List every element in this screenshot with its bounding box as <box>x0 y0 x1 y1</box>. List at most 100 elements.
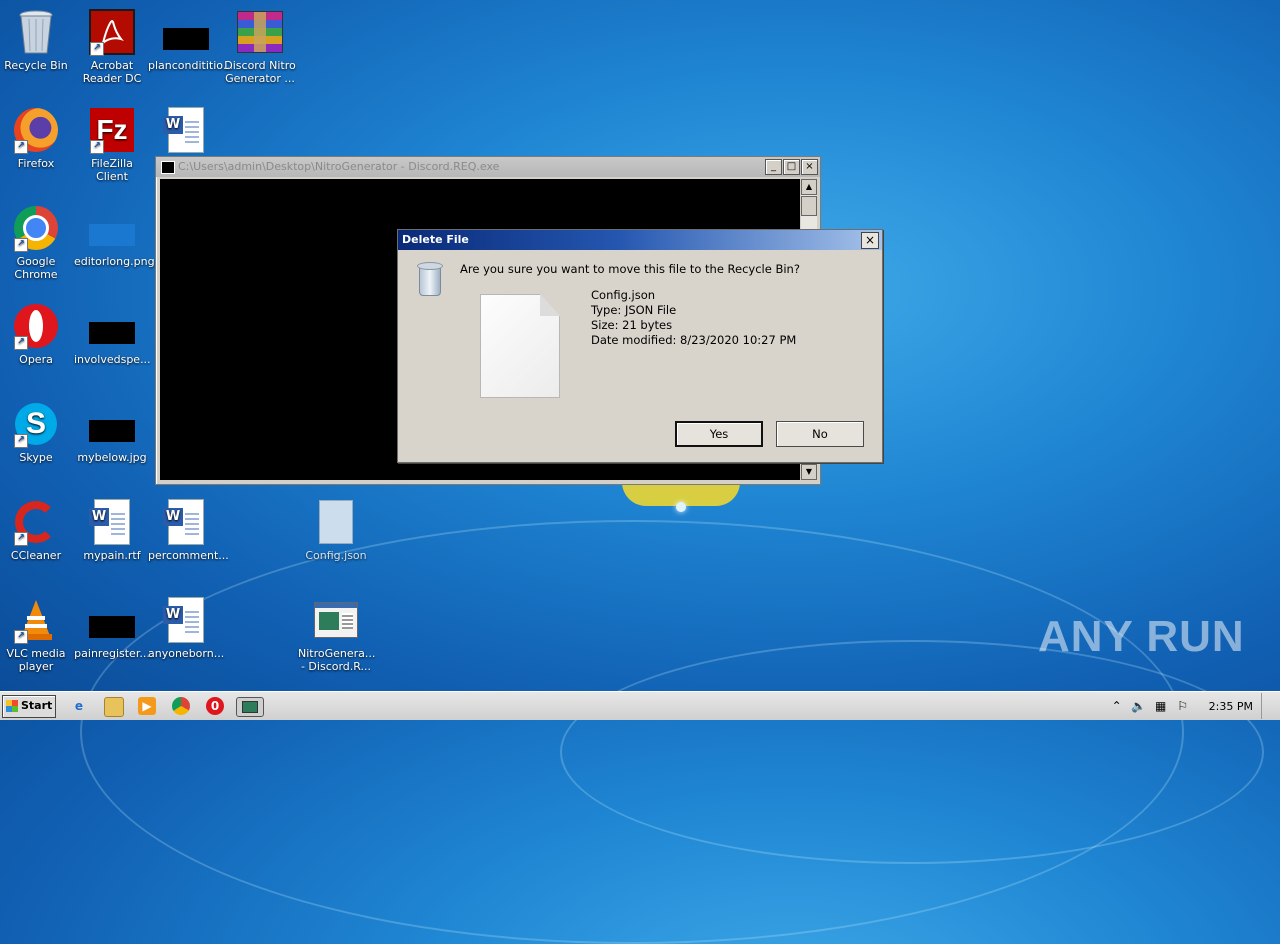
clock[interactable]: 2:35 PM <box>1209 700 1253 713</box>
wallpaper-swirl <box>560 640 1264 864</box>
desktop-icon-painregister[interactable]: painregister... <box>74 596 150 660</box>
yes-button[interactable]: Yes <box>675 421 763 447</box>
shortcut-arrow-icon: ↗ <box>90 42 104 56</box>
show-hidden-icons-icon[interactable]: ⌃ <box>1109 698 1125 714</box>
word-document-icon: W <box>162 106 210 154</box>
chrome-icon[interactable] <box>172 697 190 715</box>
desktop-icon-label: NitroGenera... - Discord.R... <box>298 647 376 673</box>
black-thumbnail-icon <box>88 302 136 350</box>
file-preview-icon <box>480 294 560 398</box>
scroll-thumb[interactable] <box>801 196 817 216</box>
word-document-icon: W <box>88 498 136 546</box>
desktop-icon-recycle-bin[interactable]: Recycle Bin <box>0 8 74 72</box>
desktop-icon-opera[interactable]: ↗ Opera <box>0 302 74 366</box>
desktop-icon-vlc[interactable]: ↗ VLC media player <box>0 596 74 673</box>
wallpaper-flower <box>622 482 740 512</box>
network-icon[interactable]: ▦ <box>1153 698 1169 714</box>
desktop-icon-label: CCleaner <box>10 549 62 562</box>
console-title: C:\Users\admin\Desktop\NitroGenerator - … <box>178 160 500 173</box>
desktop-icon-label: VLC media player <box>6 647 66 673</box>
word-document-icon: W <box>162 498 210 546</box>
delete-file-dialog[interactable]: Delete File × Are you sure you want to m… <box>397 229 883 463</box>
desktop-icon-label: Firefox <box>17 157 55 170</box>
scroll-up-arrow-icon[interactable]: ▲ <box>801 179 817 195</box>
desktop-icon-label: involvedspe... <box>74 353 151 366</box>
file-size: Size: 21 bytes <box>591 318 673 332</box>
file-type: Type: JSON File <box>591 303 677 317</box>
close-button[interactable]: × <box>801 159 818 175</box>
desktop-icon-config-json[interactable]: Config.json <box>298 498 374 562</box>
shortcut-arrow-icon: ↗ <box>14 532 28 546</box>
desktop-icon-word-doc-partial[interactable]: W <box>148 106 224 157</box>
desktop-icon-label: painregister... <box>74 647 150 660</box>
chrome-icon: ↗ <box>12 204 60 252</box>
dialog-title: Delete File <box>402 233 469 246</box>
desktop-icon-label: Discord Nitro Generator ... <box>224 59 296 85</box>
word-document-icon: W <box>162 596 210 644</box>
desktop-icon-label: Google Chrome <box>14 255 58 281</box>
maximize-button[interactable]: □ <box>783 159 800 175</box>
desktop-icon-filezilla[interactable]: Fz ↗ FileZilla Client <box>74 106 150 183</box>
shortcut-arrow-icon: ↗ <box>14 630 28 644</box>
internet-explorer-icon[interactable]: e <box>70 697 88 715</box>
desktop-icon-acrobat[interactable]: ↗ Acrobat Reader DC <box>74 8 150 85</box>
desktop-icon-ccleaner[interactable]: ↗ CCleaner <box>0 498 74 562</box>
desktop-icon-involvedspe[interactable]: involvedspe... <box>74 302 151 366</box>
windows-logo-icon <box>6 700 18 712</box>
scroll-down-arrow-icon[interactable]: ▼ <box>801 464 817 480</box>
filezilla-icon: Fz ↗ <box>88 106 136 154</box>
shortcut-arrow-icon: ↗ <box>14 238 28 252</box>
acrobat-icon: ↗ <box>88 8 136 56</box>
desktop-icon-firefox[interactable]: ↗ Firefox <box>0 106 74 170</box>
desktop-icon-label: Recycle Bin <box>4 59 68 72</box>
explorer-folder-icon[interactable] <box>104 697 124 717</box>
no-button[interactable]: No <box>776 421 864 447</box>
dialog-close-button[interactable]: × <box>861 232 879 249</box>
show-desktop-button[interactable] <box>1261 693 1272 719</box>
anyrun-watermark: ANY RUN <box>1038 612 1245 661</box>
desktop-icon-nitrogenerator-exe[interactable]: NitroGenera... - Discord.R... <box>298 596 376 673</box>
desktop-icon-label: Skype <box>19 451 53 464</box>
system-tray: ⌃ 🔈 ▦ ⚐ 2:35 PM <box>1109 693 1280 719</box>
shortcut-arrow-icon: ↗ <box>14 336 28 350</box>
black-thumbnail-icon <box>88 400 136 448</box>
taskbar: Start e ▶ 0 ⌃ 🔈 ▦ ⚐ 2:35 PM <box>0 691 1280 720</box>
window-controls: _ □ × <box>765 159 818 175</box>
start-label: Start <box>21 699 53 712</box>
firefox-icon: ↗ <box>12 106 60 154</box>
ccleaner-icon: ↗ <box>12 498 60 546</box>
dialog-question: Are you sure you want to move this file … <box>460 262 800 276</box>
desktop-icon-percomment[interactable]: W percomment... <box>148 498 229 562</box>
vlc-icon: ↗ <box>12 596 60 644</box>
console-title-bar[interactable]: C:\Users\admin\Desktop\NitroGenerator - … <box>156 157 820 177</box>
desktop-icon-discord-nitro-generator[interactable]: Discord Nitro Generator ... <box>222 8 298 85</box>
shortcut-arrow-icon: ↗ <box>90 140 104 154</box>
start-button[interactable]: Start <box>2 695 56 718</box>
desktop-icon-plancondititio[interactable]: plancondititio... <box>148 8 233 72</box>
desktop-icon-skype[interactable]: S ↗ Skype <box>0 400 74 464</box>
desktop-icon-label: editorlong.png <box>74 255 155 268</box>
desktop-icon-mypain[interactable]: W mypain.rtf <box>74 498 150 562</box>
desktop-icon-label: Opera <box>19 353 53 366</box>
console-app-icon <box>161 161 175 174</box>
console-window-icon[interactable] <box>236 697 264 717</box>
desktop-icon-label: mypain.rtf <box>83 549 141 562</box>
desktop-icon-label: percomment... <box>148 549 229 562</box>
winrar-archive-icon <box>236 8 284 56</box>
action-center-flag-icon[interactable]: ⚐ <box>1175 698 1191 714</box>
image-file-icon <box>88 204 136 252</box>
desktop-icon-editorlong[interactable]: editorlong.png <box>74 204 155 268</box>
desktop-icon-mybelow[interactable]: mybelow.jpg <box>74 400 150 464</box>
recycle-bin-icon <box>12 8 60 56</box>
desktop-icon-anyoneborn[interactable]: W anyoneborn... <box>148 596 224 660</box>
minimize-button[interactable]: _ <box>765 159 782 175</box>
dialog-title-bar[interactable]: Delete File × <box>398 230 882 250</box>
black-thumbnail-icon <box>162 8 210 56</box>
volume-icon[interactable]: 🔈 <box>1131 698 1147 714</box>
media-player-icon[interactable]: ▶ <box>138 697 156 715</box>
desktop-icon-label: mybelow.jpg <box>77 451 147 464</box>
opera-icon[interactable]: 0 <box>206 697 224 715</box>
blank-file-icon <box>312 498 360 546</box>
black-thumbnail-icon <box>88 596 136 644</box>
desktop-icon-chrome[interactable]: ↗ Google Chrome <box>0 204 74 281</box>
